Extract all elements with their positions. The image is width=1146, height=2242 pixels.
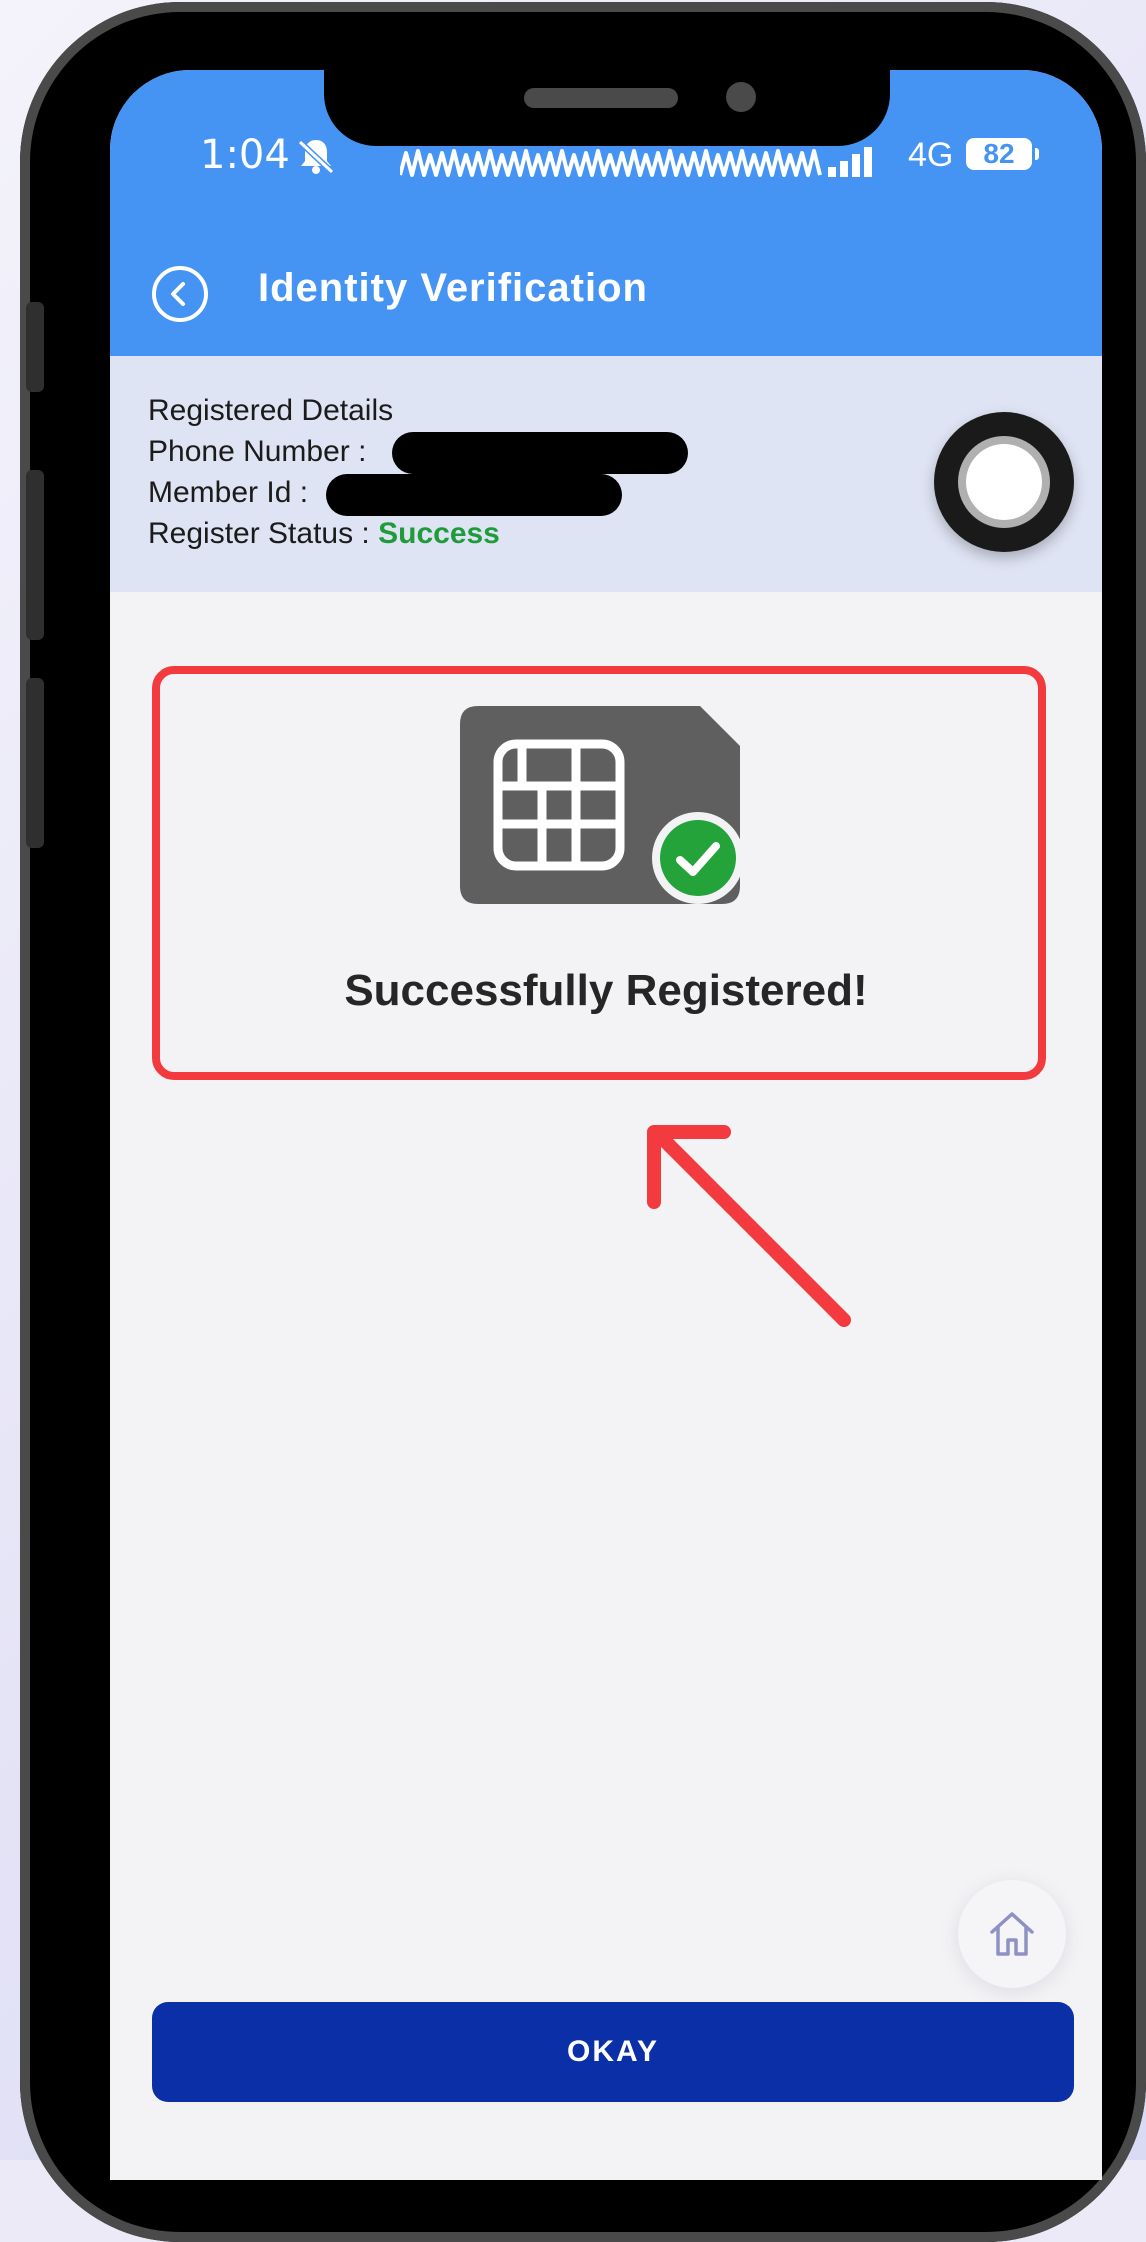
success-message: Successfully Registered!	[344, 966, 868, 1015]
notch-camera	[726, 82, 756, 112]
register-status-row: Register Status : Success	[148, 517, 500, 551]
member-id-redaction	[326, 474, 622, 516]
phone-volume-up-button	[26, 470, 44, 640]
register-status-label: Register Status :	[148, 517, 370, 550]
record-button-dot	[966, 444, 1042, 520]
phone-volume-down-button	[26, 678, 44, 848]
notch-speaker	[524, 88, 678, 108]
chevron-left-icon	[171, 282, 185, 306]
phone-notch	[324, 42, 890, 146]
home-button[interactable]	[958, 1880, 1066, 1988]
okay-button[interactable]: OKAY	[152, 2002, 1074, 2102]
status-time: 1:04	[200, 132, 290, 178]
battery-indicator: 82	[966, 138, 1039, 170]
bell-off-icon	[296, 136, 336, 176]
member-id-label: Member Id :	[148, 476, 309, 509]
phone-side-button	[26, 302, 44, 392]
record-button[interactable]	[934, 412, 1074, 552]
phone-number-redaction	[392, 432, 688, 474]
details-heading: Registered Details	[148, 394, 394, 427]
signal-strength-icon	[398, 144, 872, 177]
page-title: Identity Verification	[258, 266, 648, 310]
phone-screen: 1:04 4G 82 Identity Verification Registe…	[110, 70, 1102, 2180]
phone-number-label: Phone Number :	[148, 435, 367, 468]
arrow-up-left-icon	[647, 1125, 851, 1327]
register-status-value: Success	[378, 517, 500, 550]
phone-frame: 1:04 4G 82 Identity Verification Registe…	[20, 2, 1146, 2242]
home-icon	[990, 1912, 1034, 1956]
back-button[interactable]	[152, 266, 208, 322]
network-type: 4G	[908, 136, 954, 174]
check-circle-icon	[652, 812, 744, 904]
